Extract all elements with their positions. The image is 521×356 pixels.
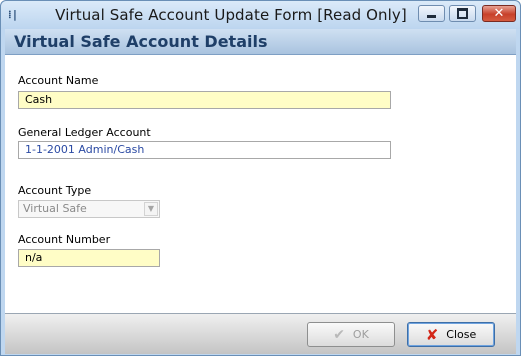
ok-button[interactable]: ✔ OK (307, 322, 395, 347)
restore-icon (457, 8, 468, 19)
close-label: Close (446, 328, 477, 341)
ok-label: OK (352, 328, 369, 341)
minimize-icon (427, 15, 436, 18)
gl-account-label: General Ledger Account (18, 126, 151, 139)
title-bar[interactable]: ⁞| Virtual Safe Account Update Form [Rea… (1, 1, 520, 29)
account-number-label: Account Number (18, 233, 111, 246)
close-window-button[interactable]: ✕ (482, 5, 516, 22)
account-number-field[interactable]: n/a (18, 249, 160, 267)
section-title: Virtual Safe Account Details (14, 32, 268, 51)
close-button[interactable]: ✘ Close (407, 322, 495, 347)
form-area: Account Name Cash General Ledger Account… (5, 55, 516, 313)
section-header: Virtual Safe Account Details (5, 29, 516, 55)
maximize-button[interactable] (449, 5, 476, 22)
gl-account-field[interactable]: 1-1-2001 Admin/Cash (18, 141, 391, 159)
minimize-button[interactable] (418, 5, 445, 22)
window: ⁞| Virtual Safe Account Update Form [Rea… (0, 0, 521, 356)
button-bar: ✔ OK ✘ Close (5, 313, 516, 354)
account-name-field[interactable]: Cash (18, 91, 391, 109)
account-type-value: Virtual Safe (23, 202, 87, 215)
account-name-label: Account Name (18, 74, 99, 87)
check-icon: ✔ (333, 326, 345, 343)
x-icon: ✘ (425, 325, 439, 344)
account-type-select[interactable]: Virtual Safe ▼ (18, 200, 160, 218)
window-title: Virtual Safe Account Update Form [Read O… (55, 6, 407, 24)
chevron-down-icon[interactable]: ▼ (144, 202, 158, 216)
account-type-label: Account Type (18, 184, 92, 197)
close-icon: ✕ (493, 6, 505, 21)
